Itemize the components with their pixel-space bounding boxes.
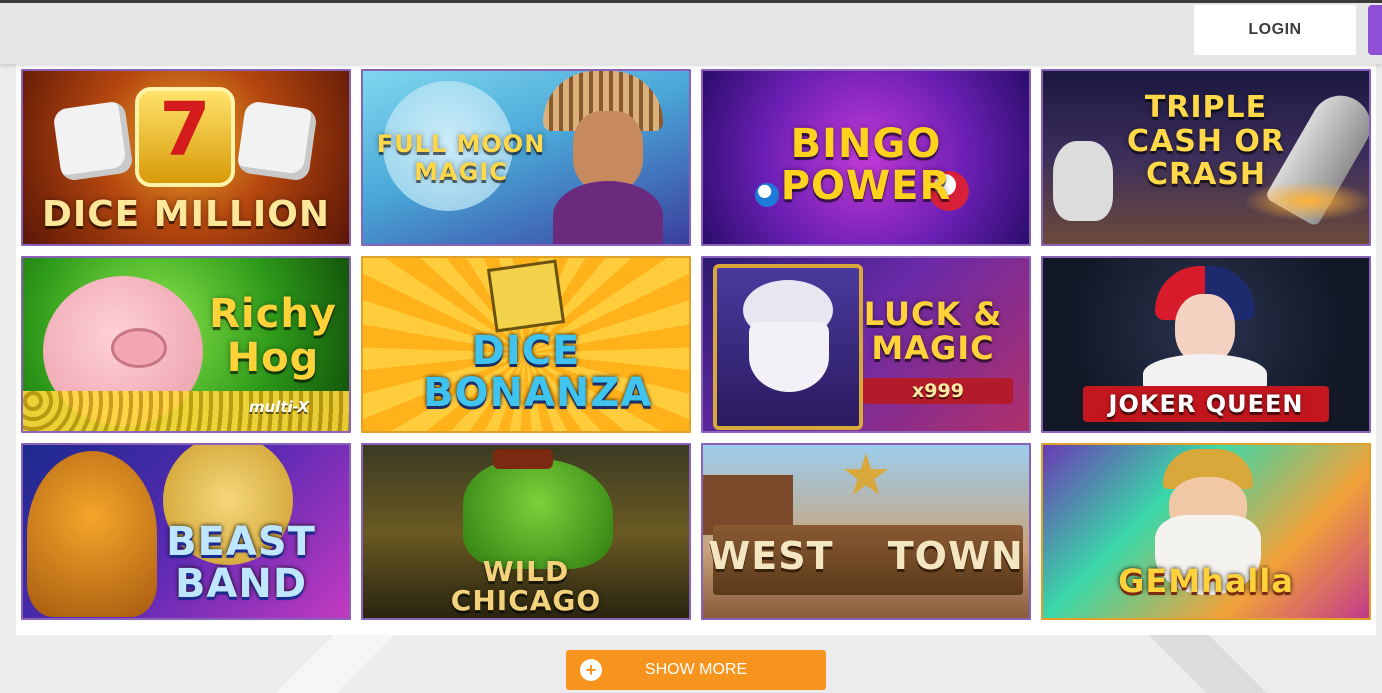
game-title: WILD CHICAGO xyxy=(450,555,602,618)
show-more-label: SHOW MORE xyxy=(644,661,748,678)
game-tile-triple-cash-or-crash[interactable]: TRIPLE CASH OR CRASH xyxy=(1041,69,1371,246)
game-tile-full-moon-magic[interactable]: FULL MOON MAGIC xyxy=(361,69,691,246)
plus-icon: + xyxy=(580,659,602,681)
game-title: JOKER QUEEN xyxy=(1108,390,1304,418)
register-button[interactable] xyxy=(1368,5,1382,55)
game-tile-luck-and-magic[interactable]: LUCK & MAGIC x999 xyxy=(701,256,1031,433)
game-title: GEMhalla xyxy=(1118,562,1294,600)
game-subtitle: multi-X xyxy=(248,398,310,416)
game-tile-dice-bonanza[interactable]: DICE BONANZA xyxy=(361,256,691,433)
game-title: FULL MOON MAGIC xyxy=(376,130,546,186)
game-tile-west-town[interactable]: WEST TOWN xyxy=(701,443,1031,620)
game-grid: 7 DICE MILLION FULL MOON MAGIC BINGO POW… xyxy=(21,69,1371,620)
game-tile-joker-queen[interactable]: JOKER QUEEN xyxy=(1041,256,1371,433)
game-subtitle: x999 xyxy=(912,380,964,402)
game-tile-richy-hog[interactable]: Richy Hog multi-X xyxy=(21,256,351,433)
game-title: DICE BONANZA xyxy=(423,328,653,416)
game-title: TRIPLE CASH OR CRASH xyxy=(1127,90,1285,193)
game-tile-dice-million[interactable]: 7 DICE MILLION xyxy=(21,69,351,246)
game-art xyxy=(703,445,1029,618)
game-title: WEST TOWN xyxy=(708,534,1024,578)
game-title: BINGO POWER xyxy=(780,121,952,209)
game-tile-beast-band[interactable]: BEAST BAND xyxy=(21,443,351,620)
top-bar: LOGIN xyxy=(0,0,1382,64)
show-more-button[interactable]: + SHOW MORE xyxy=(566,650,826,690)
game-title: LUCK & MAGIC xyxy=(863,295,1003,367)
game-tile-gemhalla[interactable]: GEMhalla xyxy=(1041,443,1371,620)
login-button[interactable]: LOGIN xyxy=(1194,5,1356,55)
game-title: BEAST BAND xyxy=(166,519,316,607)
game-tile-bingo-power[interactable]: BINGO POWER xyxy=(701,69,1031,246)
game-title: DICE MILLION xyxy=(41,194,331,235)
game-tile-wild-chicago[interactable]: WILD CHICAGO xyxy=(361,443,691,620)
game-title: Richy Hog xyxy=(209,291,337,381)
